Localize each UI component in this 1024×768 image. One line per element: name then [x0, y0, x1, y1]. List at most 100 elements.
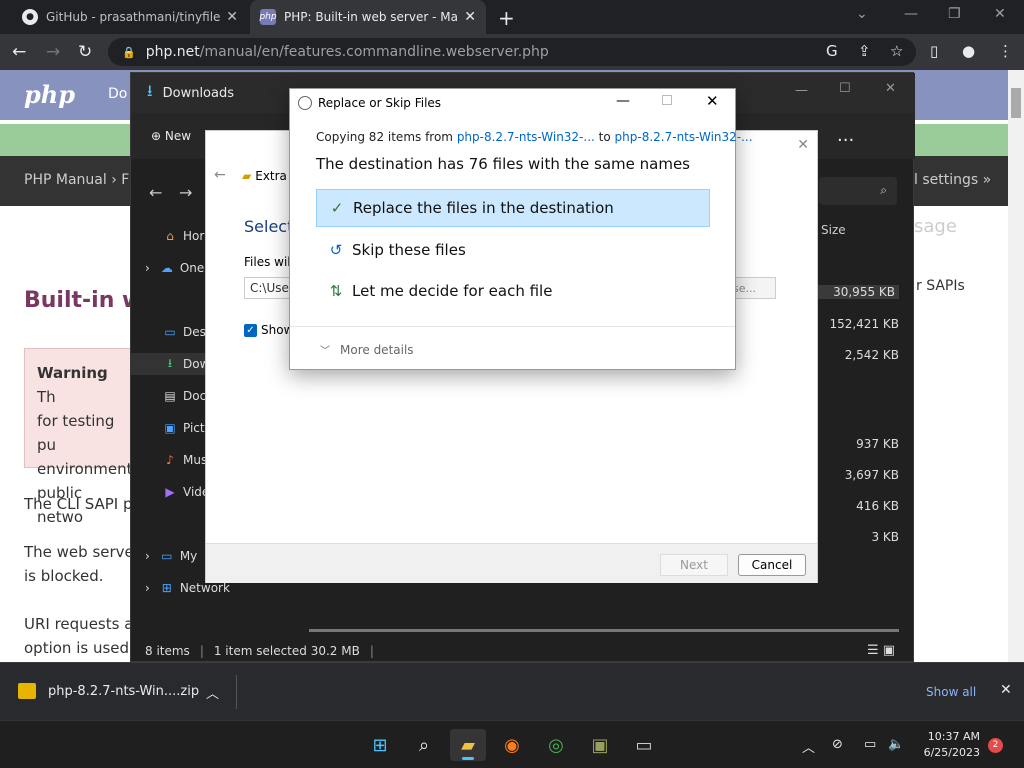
sidebar-item-pictures[interactable]: ▣ Pict — [161, 417, 204, 439]
option-label: Replace the files in the destination — [353, 199, 614, 217]
close-tab-icon[interactable]: ✕ — [464, 9, 476, 25]
tab-php-manual[interactable]: php PHP: Built-in web server - Manua ✕ — [250, 0, 486, 34]
close-icon[interactable]: ✕ — [797, 137, 809, 153]
sidebar-item-videos[interactable]: ▶ Vide — [161, 481, 209, 503]
lock-icon[interactable]: 🔒 — [122, 46, 136, 59]
search-box[interactable]: ⌕ — [819, 177, 897, 205]
download-item[interactable]: php-8.2.7-nts-Win....zip — [18, 683, 199, 699]
windows-start-icon[interactable]: ⊞ — [362, 729, 398, 761]
option-label: Skip these files — [352, 241, 466, 259]
sidebar-item-desktop[interactable]: ▭ Desl — [161, 321, 209, 343]
forward-icon[interactable]: → — [46, 42, 60, 62]
terminal-icon[interactable]: ▭ — [626, 729, 662, 761]
decide-each-file-option[interactable]: ⇅ Let me decide for each file — [316, 272, 710, 310]
back-icon[interactable]: ← — [12, 42, 26, 62]
scrollbar-thumb[interactable] — [1011, 88, 1021, 118]
new-tab-button[interactable]: + — [498, 6, 515, 30]
google-icon[interactable]: G — [826, 42, 838, 60]
volume-icon[interactable]: 🔈 — [888, 737, 904, 752]
restore-icon[interactable]: ❐ — [948, 6, 961, 22]
replace-files-option[interactable]: ✓ Replace the files in the destination — [316, 189, 710, 227]
more-details-toggle[interactable]: ﹀ More details — [320, 342, 414, 358]
conflict-heading: The destination has 76 files with the sa… — [316, 155, 690, 173]
sidebar-item-documents[interactable]: ▤ Doc — [161, 385, 206, 407]
close-icon[interactable]: ✕ — [706, 92, 719, 110]
tab-search-icon[interactable]: ⌄ — [856, 6, 868, 22]
more-options-icon[interactable]: ... — [837, 125, 854, 146]
github-icon: ● — [22, 9, 38, 25]
new-button[interactable]: ⊕ New — [151, 129, 191, 143]
replace-or-skip-dialog: Replace or Skip Files — ✕ Copying 82 ite… — [289, 88, 753, 370]
files-label: Files will — [244, 255, 294, 269]
file-explorer-icon[interactable]: ▰ — [450, 729, 486, 761]
warning-text: environment — [37, 460, 133, 478]
source-link[interactable]: php-8.2.7-nts-Win32-... — [457, 130, 595, 144]
browser-toolbar: ← → ↻ 🔒 php.net/manual/en/features.comma… — [0, 34, 1024, 70]
firefox-icon[interactable]: ◉ — [494, 729, 530, 761]
download-filename: php-8.2.7-nts-Win....zip — [48, 683, 200, 699]
chrome-icon[interactable]: ◎ — [538, 729, 574, 761]
sidebar-item-music[interactable]: ♪ Mus — [161, 449, 207, 471]
menu-icon[interactable]: ⋮ — [998, 42, 1013, 60]
maximize-icon[interactable]: ☐ — [839, 81, 851, 96]
destination-link[interactable]: php-8.2.7-nts-Win32-... — [615, 130, 753, 144]
bookmark-star-icon[interactable]: ☆ — [890, 42, 903, 60]
breadcrumb[interactable]: PHP Manual › F — [24, 172, 129, 188]
sidebar-item-label: One — [179, 261, 205, 275]
divider — [290, 326, 735, 327]
sidebar-item-home[interactable]: ⌂ Hor — [161, 225, 204, 247]
minimize-icon[interactable]: — — [616, 93, 630, 109]
breadcrumb-link[interactable]: PHP Manual — [24, 172, 107, 188]
page-scrollbar[interactable] — [1008, 70, 1024, 662]
share-icon[interactable]: ⇪ — [858, 42, 871, 60]
display-icon[interactable]: ▭ — [864, 737, 876, 752]
close-window-icon[interactable]: ✕ — [994, 6, 1006, 22]
profile-icon[interactable]: ● — [962, 42, 975, 60]
skip-files-option[interactable]: ↺ Skip these files — [316, 231, 710, 269]
horizontal-scrollbar[interactable] — [309, 629, 899, 632]
tab-github[interactable]: ● GitHub - prasathmani/tinyfileman ✕ — [12, 0, 248, 34]
address-bar[interactable]: 🔒 php.net/manual/en/features.commandline… — [108, 38, 916, 66]
sidebar-link[interactable]: r SAPIs — [916, 278, 965, 294]
sidebar-item-label: Doc — [183, 389, 207, 403]
minimize-icon[interactable]: — — [795, 83, 808, 98]
expand-chevron-icon[interactable]: › — [145, 549, 150, 563]
chevron-up-icon[interactable]: ︿ — [206, 683, 219, 702]
url-host: php.net — [145, 44, 200, 60]
php-nav-link[interactable]: Do — [108, 86, 127, 102]
show-files-checkbox[interactable]: ✓ Show — [244, 323, 293, 337]
close-icon[interactable]: ✕ — [1000, 682, 1012, 698]
tab-title: GitHub - prasathmani/tinyfileman — [46, 10, 221, 24]
cancel-button[interactable]: Cancel — [738, 554, 806, 576]
php-logo[interactable]: php — [24, 80, 75, 109]
details-view-icon[interactable]: ☰ ▣ — [867, 643, 895, 658]
sidebar-item-onedrive[interactable]: › ☁ One — [145, 257, 204, 279]
show-all-button[interactable]: Show all — [926, 685, 976, 699]
network-off-icon[interactable]: ⊘ — [832, 737, 843, 752]
reload-icon[interactable]: ↻ — [78, 42, 92, 62]
side-panel-icon[interactable]: ▯ — [930, 42, 938, 60]
expand-chevron-icon[interactable]: › — [145, 581, 150, 595]
warning-title: Warning — [37, 364, 108, 382]
archive-app-icon[interactable]: ▣ — [582, 729, 618, 761]
expand-chevron-icon[interactable]: › — [145, 261, 150, 275]
search-icon[interactable]: ⌕ — [406, 729, 442, 761]
next-button[interactable]: Next — [660, 554, 728, 576]
pictures-icon: ▣ — [164, 421, 176, 435]
notification-badge[interactable]: 2 — [988, 738, 1003, 753]
close-icon[interactable]: ✕ — [885, 81, 896, 96]
column-header-size[interactable]: Size — [821, 223, 846, 237]
sidebar-item-this-pc[interactable]: › ▭ My — [145, 545, 197, 567]
system-clock[interactable]: 10:37 AM 6/25/2023 — [914, 729, 980, 761]
back-icon[interactable]: ← — [149, 183, 162, 202]
breadcrumb-link[interactable]: F — [121, 172, 129, 188]
settings-link[interactable]: l settings » — [914, 172, 991, 188]
minimize-icon[interactable]: — — [904, 6, 918, 22]
clock-date: 6/25/2023 — [923, 746, 980, 759]
back-icon[interactable]: ← — [214, 167, 226, 183]
copying-text: to — [594, 130, 615, 144]
chevron-up-icon[interactable]: ︿ — [802, 737, 815, 756]
forward-icon[interactable]: → — [179, 183, 192, 202]
close-tab-icon[interactable]: ✕ — [226, 9, 238, 25]
warning-text: for testing pu — [37, 412, 115, 454]
